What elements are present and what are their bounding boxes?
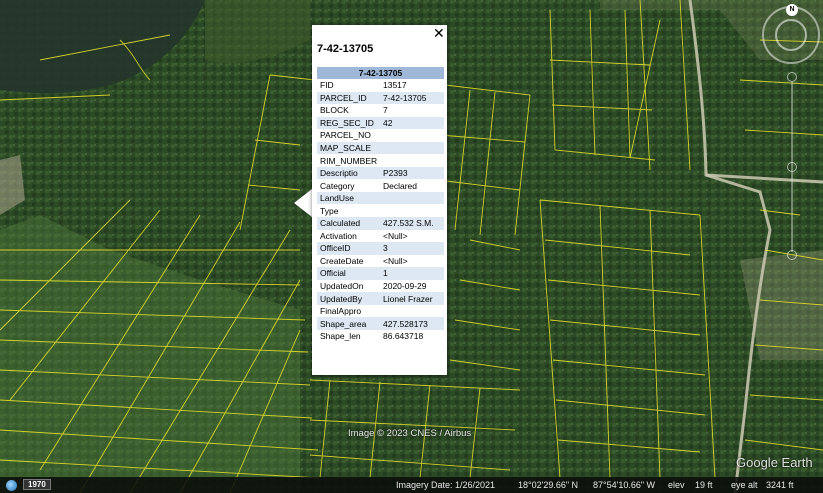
attribute-row: FID 13517 bbox=[317, 79, 444, 92]
attribute-value bbox=[380, 154, 444, 167]
attribute-row: UpdatedBy Lionel Frazer bbox=[317, 292, 444, 305]
attribute-key: BLOCK bbox=[320, 105, 349, 116]
attribute-key: REG_SEC_ID bbox=[317, 116, 380, 130]
image-credit: Image © 2023 CNES / Airbus bbox=[348, 428, 472, 439]
attribute-row: BLOCK 7 bbox=[317, 104, 444, 117]
close-icon[interactable]: ✕ bbox=[433, 26, 445, 40]
latitude-readout: 18°02'29.66" N bbox=[518, 480, 579, 490]
attribute-row: LandUse bbox=[317, 191, 444, 205]
attribute-key: CreateDate bbox=[320, 255, 364, 266]
look-joystick[interactable] bbox=[775, 19, 807, 51]
attribute-value: 427.528173 bbox=[380, 317, 444, 330]
attribute-row: Shape_len 86.643718 bbox=[317, 330, 444, 343]
attribute-value: 427.532 S.M. bbox=[380, 217, 444, 230]
attribute-key: PARCEL_ID bbox=[317, 91, 380, 105]
attribute-value: <Null> bbox=[383, 230, 408, 241]
attribute-row: OfficeID 3 bbox=[317, 242, 444, 255]
attribute-key: Category bbox=[320, 180, 355, 191]
google-earth-logo: Google Earth bbox=[736, 455, 813, 470]
attribute-row: Official 1 bbox=[317, 267, 444, 280]
attribute-value: 7-42-13705 bbox=[380, 91, 444, 105]
attribute-value bbox=[380, 191, 444, 205]
attribute-row: REG_SEC_ID 42 bbox=[317, 116, 444, 130]
popup-pointer bbox=[294, 189, 312, 217]
historical-imagery-year[interactable]: 1970 bbox=[23, 479, 51, 490]
attribute-key: LandUse bbox=[317, 191, 380, 205]
table-header: 7-42-13705 bbox=[317, 67, 444, 79]
attribute-value: 7 bbox=[383, 105, 388, 116]
attribute-value: 42 bbox=[380, 116, 444, 130]
attribute-row: Category Declared bbox=[317, 179, 444, 192]
status-bar: Imagery Date: 1/26/2021 18°02'29.66" N 8… bbox=[0, 477, 823, 493]
attribute-key: UpdatedBy bbox=[317, 292, 380, 305]
parcel-info-popup: 7-42-13705 ✕ 7-42-13705 FID 13517 PARCEL_I… bbox=[312, 25, 447, 375]
compass-icon[interactable]: N bbox=[786, 4, 798, 16]
attribute-row: PARCEL_ID 7-42-13705 bbox=[317, 91, 444, 105]
zoom-in-icon[interactable] bbox=[787, 72, 797, 82]
attribute-value: 3 bbox=[380, 242, 444, 255]
attribute-value bbox=[380, 129, 444, 142]
attribute-row: Shape_area 427.528173 bbox=[317, 317, 444, 330]
attribute-key: RIM_NUMBER bbox=[320, 155, 378, 166]
attribute-value: P2393 bbox=[380, 166, 444, 180]
attribute-row: Activation <Null> bbox=[317, 230, 444, 243]
attribute-value: 13517 bbox=[383, 80, 407, 91]
attribute-row: MAP_SCALE bbox=[317, 141, 444, 155]
attribute-key: PARCEL_NO bbox=[320, 130, 371, 141]
elevation-value: 19 ft bbox=[695, 480, 713, 490]
attribute-value: 86.643718 bbox=[383, 331, 424, 342]
zoom-out-icon[interactable] bbox=[787, 250, 797, 260]
attribute-table: 7-42-13705 FID 13517 PARCEL_ID 7-42-13705 BL… bbox=[317, 67, 444, 342]
attribute-key: Activation bbox=[320, 230, 357, 241]
imagery-date: Imagery Date: 1/26/2021 bbox=[396, 480, 496, 490]
attribute-value bbox=[380, 141, 444, 155]
attribute-key: Descriptio bbox=[317, 166, 380, 180]
attribute-value: <Null> bbox=[383, 255, 408, 266]
attribute-row: CreateDate <Null> bbox=[317, 255, 444, 268]
attribute-key: Shape_area bbox=[317, 317, 380, 330]
attribute-key: Calculated bbox=[317, 217, 380, 230]
globe-icon[interactable] bbox=[6, 480, 17, 491]
attribute-value: 2020-09-29 bbox=[383, 281, 427, 292]
popup-title: 7-42-13705 bbox=[317, 43, 374, 55]
elevation-label: elev bbox=[668, 480, 685, 490]
attribute-key: MAP_SCALE bbox=[317, 141, 380, 155]
zoom-handle[interactable] bbox=[787, 162, 797, 172]
attribute-row: Descriptio P2393 bbox=[317, 166, 444, 180]
attribute-row: UpdatedOn 2020-09-29 bbox=[317, 280, 444, 293]
attribute-row: RIM_NUMBER bbox=[317, 154, 444, 167]
attribute-key: Type bbox=[320, 205, 339, 216]
attribute-key: Shape_len bbox=[320, 331, 361, 342]
attribute-key: OfficeID bbox=[317, 242, 380, 255]
eye-alt-label: eye alt bbox=[731, 480, 758, 490]
attribute-key: FinalAppro bbox=[320, 306, 362, 317]
attribute-row: PARCEL_NO bbox=[317, 129, 444, 142]
attribute-key: FID bbox=[320, 80, 334, 91]
attribute-row: Type bbox=[317, 204, 444, 217]
attribute-key: Official bbox=[317, 267, 380, 280]
longitude-readout: 87°54'10.66" W bbox=[593, 480, 656, 490]
eye-alt-value: 3241 ft bbox=[766, 480, 794, 490]
attribute-row: Calculated 427.532 S.M. bbox=[317, 217, 444, 230]
attribute-row: FinalAppro bbox=[317, 305, 444, 318]
attribute-value bbox=[380, 204, 444, 217]
attribute-value bbox=[380, 305, 444, 318]
attribute-value: Declared bbox=[383, 180, 418, 191]
attribute-key: UpdatedOn bbox=[320, 281, 364, 292]
zoom-slider[interactable] bbox=[787, 72, 797, 262]
attribute-value: Lionel Frazer bbox=[380, 292, 444, 305]
attribute-value: 1 bbox=[380, 267, 444, 280]
